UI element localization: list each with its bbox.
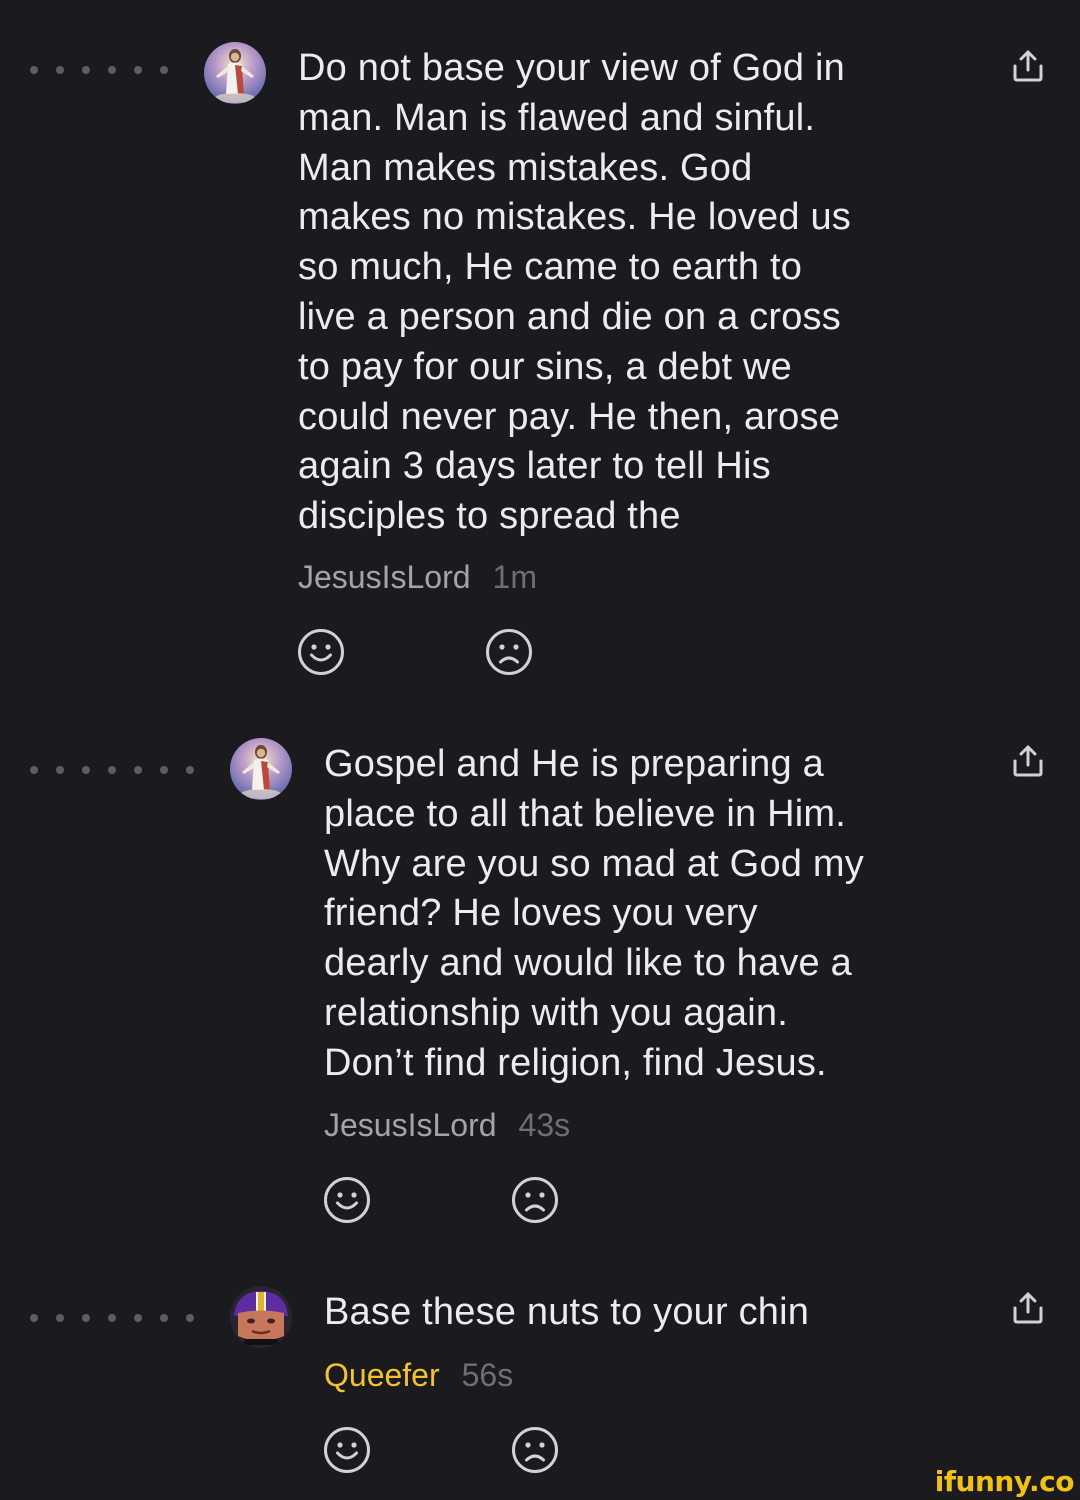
thread-depth-dots [30, 66, 186, 74]
avatar[interactable] [230, 1286, 292, 1348]
football-helmet-avatar-icon [230, 1286, 292, 1348]
comment-meta: JesusIsLord 1m [298, 557, 537, 597]
username[interactable]: Queefer [324, 1355, 440, 1395]
avatar[interactable] [230, 738, 292, 800]
share-upload-icon[interactable] [1010, 743, 1046, 779]
username[interactable]: JesusIsLord [298, 557, 471, 597]
comment-text: Base these nuts to your chin [324, 1291, 810, 1333]
reaction-bar [323, 1426, 699, 1474]
frowning-face-icon[interactable] [485, 628, 533, 676]
smiley-face-icon[interactable] [323, 1176, 371, 1224]
thread-depth-dots [30, 1314, 212, 1322]
thread-depth-dots [30, 766, 212, 774]
frowning-face-icon[interactable] [511, 1426, 559, 1474]
reaction-bar [323, 1176, 699, 1224]
share-upload-icon[interactable] [1010, 1290, 1046, 1326]
comment-text: Do not base your view of God in man. Man… [298, 47, 852, 538]
comment-meta: JesusIsLord 43s [324, 1105, 570, 1145]
reaction-bar [297, 628, 673, 676]
frowning-face-icon[interactable] [511, 1176, 559, 1224]
jesus-avatar-icon [204, 42, 266, 104]
avatar[interactable] [204, 42, 266, 104]
smiley-face-icon[interactable] [323, 1426, 371, 1474]
jesus-avatar-icon [230, 738, 292, 800]
username[interactable]: JesusIsLord [324, 1105, 497, 1145]
timestamp: 43s [518, 1107, 571, 1143]
comment-meta: Queefer 56s [324, 1355, 513, 1395]
timestamp: 1m [492, 559, 537, 595]
smiley-face-icon[interactable] [297, 628, 345, 676]
comment-text: Gospel and He is preparing a place to al… [324, 743, 864, 1084]
timestamp: 56s [461, 1357, 514, 1393]
share-upload-icon[interactable] [1010, 48, 1046, 84]
ifunny-watermark: ifunny.co [934, 1465, 1075, 1498]
